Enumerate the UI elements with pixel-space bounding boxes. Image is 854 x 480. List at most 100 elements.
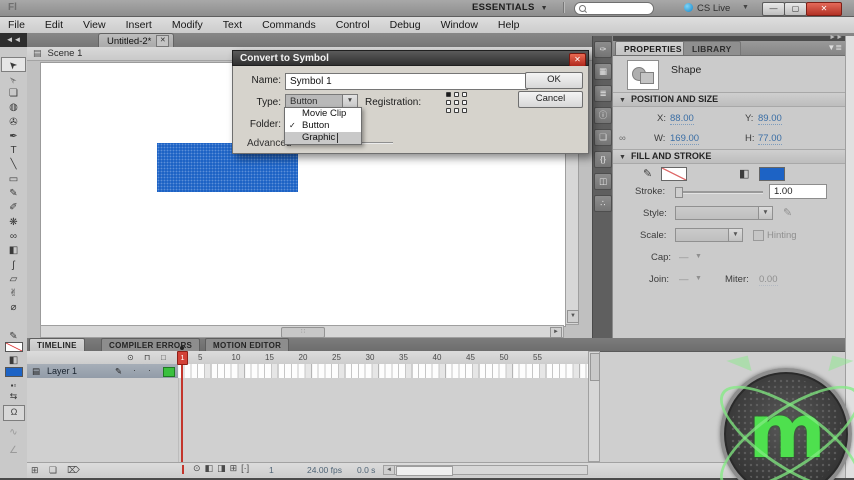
- menu-help[interactable]: Help: [488, 17, 530, 33]
- smooth-button[interactable]: ∿: [0, 427, 27, 438]
- tab-timeline[interactable]: TIMELINE: [29, 338, 85, 351]
- tool-paint-bucket[interactable]: ◧: [2, 244, 25, 258]
- info-panel-icon[interactable]: ⓘ: [594, 107, 612, 124]
- onion-skin-outlines-button[interactable]: ◨: [217, 463, 226, 474]
- hinting-checkbox[interactable]: [753, 230, 764, 241]
- layer-name-cell[interactable]: ▤ Layer 1 ✎ · ·: [27, 364, 178, 379]
- tab-motion-editor[interactable]: MOTION EDITOR: [205, 338, 290, 351]
- join-style-icon[interactable]: —: [679, 274, 689, 285]
- layer-row[interactable]: ▤ Layer 1 ✎ · ·: [27, 364, 588, 379]
- tool-bone[interactable]: ∞: [2, 229, 25, 243]
- cap-style-icon[interactable]: —: [679, 252, 689, 263]
- frame-ruler[interactable]: 5 10 15 20 25 30 35 40 45 50 55: [178, 351, 588, 364]
- section-fill-and-stroke[interactable]: ▼ FILL AND STROKE: [613, 149, 846, 164]
- new-layer-button[interactable]: ⊞: [31, 465, 39, 476]
- tool-eyedropper[interactable]: ʃ: [2, 258, 25, 272]
- scrollbar-thumb[interactable]: ∷: [281, 327, 325, 338]
- registration-grid[interactable]: [446, 92, 470, 116]
- miter-value[interactable]: 0.00: [759, 274, 778, 286]
- cs-live-button[interactable]: CS Live: [697, 3, 730, 14]
- stroke-style-dropdown[interactable]: ▼: [675, 206, 773, 220]
- tool-brush[interactable]: ✐: [2, 201, 25, 215]
- edit-stroke-style-icon[interactable]: ✎: [783, 206, 792, 219]
- scroll-left-icon[interactable]: ◄: [384, 466, 395, 474]
- scroll-right-icon[interactable]: ►: [550, 327, 562, 338]
- tool-selection[interactable]: ➤: [1, 57, 26, 72]
- layer-name[interactable]: Layer 1: [47, 366, 77, 376]
- stroke-weight-slider[interactable]: [675, 187, 763, 198]
- motion-presets-panel-icon[interactable]: ∴: [594, 195, 612, 212]
- lock-all-layers-icon[interactable]: ⊓: [144, 353, 150, 362]
- slider-thumb[interactable]: [675, 187, 683, 198]
- show-hide-all-layers-icon[interactable]: ⊙: [127, 353, 134, 362]
- cap-dropdown-icon[interactable]: ▼: [695, 253, 702, 260]
- document-tab[interactable]: Untitled-2* ✕: [98, 33, 175, 48]
- maximize-button[interactable]: ▢: [784, 2, 807, 16]
- tool-lasso[interactable]: ✇: [2, 115, 25, 129]
- code-snippets-panel-icon[interactable]: {}: [594, 151, 612, 168]
- stroke-pencil-icon[interactable]: ✎: [643, 167, 652, 180]
- align-panel-icon[interactable]: ≣: [594, 85, 612, 102]
- scrollbar-thumb[interactable]: [396, 466, 453, 476]
- tool-rectangle[interactable]: ▭: [2, 172, 25, 186]
- stage-horizontal-scrollbar[interactable]: ∷ ►: [40, 325, 564, 338]
- dialog-titlebar[interactable]: Convert to Symbol ✕: [232, 50, 589, 67]
- transform-panel-icon[interactable]: ❏: [594, 129, 612, 146]
- panel-menu-icon[interactable]: ▼≣: [827, 43, 842, 52]
- w-value[interactable]: 169.00: [670, 133, 700, 145]
- close-window-button[interactable]: ✕: [806, 2, 842, 16]
- tool-hand[interactable]: ✌: [2, 286, 25, 300]
- minimize-button[interactable]: —: [762, 2, 785, 16]
- type-option-graphic[interactable]: Graphic: [285, 132, 361, 144]
- tool-eraser[interactable]: ▱: [2, 272, 25, 286]
- fill-bucket-icon[interactable]: ◧: [739, 167, 749, 180]
- workspace-switcher[interactable]: ESSENTIALS ▼: [472, 2, 548, 13]
- swatches-panel-icon[interactable]: ▦: [594, 63, 612, 80]
- menu-debug[interactable]: Debug: [380, 17, 431, 33]
- scrollbar-thumb[interactable]: [590, 353, 600, 381]
- h-value[interactable]: 77.00: [758, 133, 782, 145]
- tool-text[interactable]: T: [2, 143, 25, 157]
- timeline-vertical-scrollbar[interactable]: [588, 351, 600, 462]
- symbol-name-input[interactable]: Symbol 1: [285, 73, 528, 90]
- menu-file[interactable]: File: [0, 17, 35, 33]
- frame-cells[interactable]: [178, 364, 588, 379]
- fill-color-swatch[interactable]: [759, 167, 785, 181]
- black-white-button[interactable]: ▪▫: [0, 381, 27, 390]
- edit-multiple-frames-button[interactable]: ⊞: [230, 463, 238, 474]
- ok-button[interactable]: OK: [525, 72, 583, 89]
- tool-pencil[interactable]: ✎: [2, 186, 25, 200]
- menu-insert[interactable]: Insert: [116, 17, 162, 33]
- tab-library[interactable]: LIBRARY: [683, 41, 741, 55]
- dialog-close-icon[interactable]: ✕: [569, 53, 586, 67]
- menu-text[interactable]: Text: [213, 17, 252, 33]
- join-dropdown-icon[interactable]: ▼: [695, 275, 702, 282]
- section-position-and-size[interactable]: ▼ POSITION AND SIZE: [613, 92, 846, 107]
- show-layers-as-outlines-icon[interactable]: □: [161, 353, 166, 362]
- menu-view[interactable]: View: [73, 17, 116, 33]
- collapse-panels-icon[interactable]: ►►: [829, 34, 843, 41]
- menu-edit[interactable]: Edit: [35, 17, 73, 33]
- close-tab-icon[interactable]: ✕: [156, 35, 170, 47]
- menu-window[interactable]: Window: [431, 17, 488, 33]
- fill-color-swatch[interactable]: [5, 367, 23, 377]
- scene-label[interactable]: Scene 1: [48, 48, 83, 59]
- components-panel-icon[interactable]: ◫: [594, 173, 612, 190]
- layer-outline-color-swatch[interactable]: [163, 367, 175, 377]
- snap-to-objects-button[interactable]: Ω: [3, 405, 25, 421]
- stroke-scale-dropdown[interactable]: ▼: [675, 228, 743, 242]
- new-folder-button[interactable]: ❏: [49, 465, 57, 476]
- modify-markers-button[interactable]: [·]: [241, 463, 249, 474]
- tool-line[interactable]: ╲: [2, 158, 25, 172]
- layer-visibility-dot[interactable]: ·: [133, 365, 136, 375]
- cancel-button[interactable]: Cancel: [518, 91, 583, 108]
- tab-compiler-errors[interactable]: COMPILER ERRORS: [101, 338, 201, 351]
- menu-control[interactable]: Control: [326, 17, 380, 33]
- stroke-color-swatch[interactable]: [5, 342, 23, 352]
- layer-lock-dot[interactable]: ·: [148, 365, 151, 375]
- stroke-weight-input[interactable]: 1.00: [769, 184, 827, 199]
- stroke-color-swatch[interactable]: [661, 167, 687, 181]
- tool-deco[interactable]: ❋: [2, 215, 25, 229]
- straighten-button[interactable]: ∠: [0, 445, 27, 456]
- delete-layer-button[interactable]: ⌦: [67, 465, 80, 476]
